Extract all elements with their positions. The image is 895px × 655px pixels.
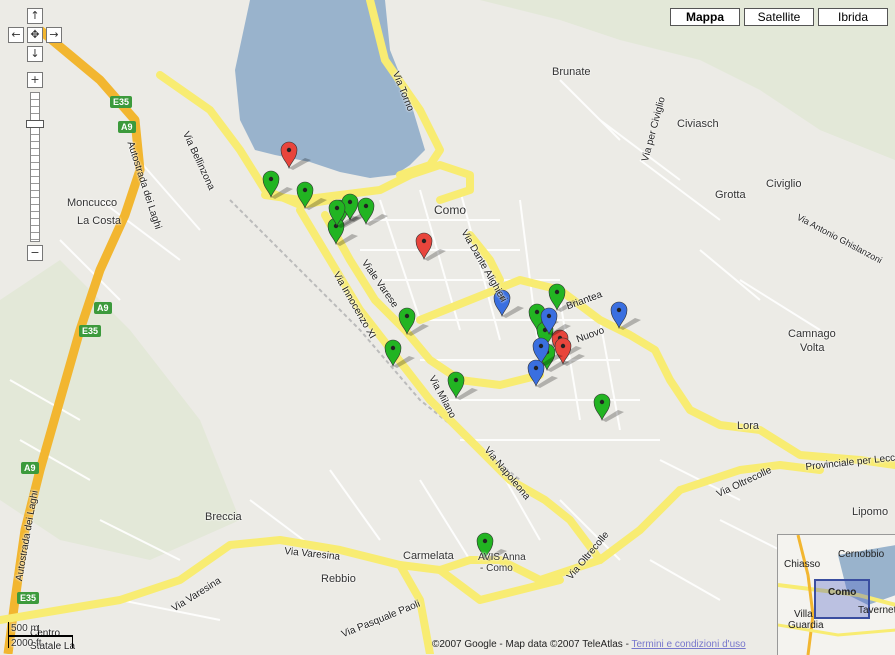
- map-type-map-button[interactable]: Mappa: [670, 8, 740, 26]
- scale-imperial-label: 2000 ft: [11, 638, 42, 649]
- overview-label-como: Como: [828, 587, 857, 598]
- place-label-rebbio: Rebbio: [321, 573, 356, 585]
- map-copyright: ©2007 Google - Map data ©2007 TeleAtlas …: [432, 639, 746, 650]
- place-label-camnago: Camnago: [788, 328, 836, 340]
- a9-shield: A9: [118, 121, 136, 133]
- scale-metric-label: 500 m: [11, 623, 39, 634]
- overview-label-guardia: Guardia: [788, 620, 824, 631]
- terms-link[interactable]: Termini e condizioni d'uso: [632, 639, 746, 650]
- overview-label-taverne: Tavernet: [858, 605, 895, 616]
- e35-shield: E35: [17, 592, 40, 604]
- e35-shield: E35: [110, 96, 133, 108]
- overview-map[interactable]: Chiasso Cernobbio Como Villa Guardia Tav…: [777, 534, 895, 655]
- place-label-breccia: Breccia: [205, 511, 242, 523]
- place-label-carmelata: Carmelata: [403, 550, 454, 562]
- map-type-hybrid-button[interactable]: Ibrida: [818, 8, 888, 26]
- zoom-slider-track[interactable]: [30, 92, 40, 242]
- map-type-satellite-button[interactable]: Satellite: [744, 8, 814, 26]
- place-label-brunate: Brunate: [552, 66, 591, 78]
- a9-shield: A9: [21, 462, 39, 474]
- place-label-volta: Volta: [800, 342, 825, 354]
- pan-down-button[interactable]: ↓: [27, 46, 43, 62]
- place-label-avis-anna: AVIS Anna: [478, 552, 526, 563]
- overview-label-cernobbio: Cernobbio: [838, 549, 885, 560]
- zoom-slider-handle[interactable]: [26, 120, 44, 128]
- pan-left-button[interactable]: ←: [8, 27, 24, 43]
- place-label-lipomo: Lipomo: [852, 506, 889, 518]
- place-label-grotta: Grotta: [715, 189, 746, 201]
- place-label-la-costa: La Costa: [77, 215, 122, 227]
- overview-label-villa: Villa: [794, 609, 813, 620]
- zoom-out-button[interactable]: −: [27, 245, 43, 261]
- place-label-como: Como: [434, 203, 467, 217]
- overview-label-chiasso: Chiasso: [784, 559, 821, 570]
- place-label-moncucco: Moncucco: [67, 197, 118, 209]
- pan-center-button[interactable]: ✥: [27, 27, 43, 43]
- copyright-text: ©2007 Google - Map data ©2007 TeleAtlas …: [432, 639, 632, 650]
- a9-shield: A9: [94, 302, 112, 314]
- zoom-in-button[interactable]: +: [27, 72, 43, 88]
- place-label-civiasch: Civiasch: [677, 118, 719, 130]
- place-label-avis-como: - Como: [480, 563, 513, 574]
- place-label-lora: Lora: [737, 420, 760, 432]
- map-scale: 500 m 2000 ft: [8, 622, 83, 650]
- e35-shield: E35: [79, 325, 102, 337]
- pan-up-button[interactable]: ↑: [27, 8, 43, 24]
- pan-right-button[interactable]: →: [46, 27, 62, 43]
- place-label-civiglio: Civiglio: [766, 178, 802, 190]
